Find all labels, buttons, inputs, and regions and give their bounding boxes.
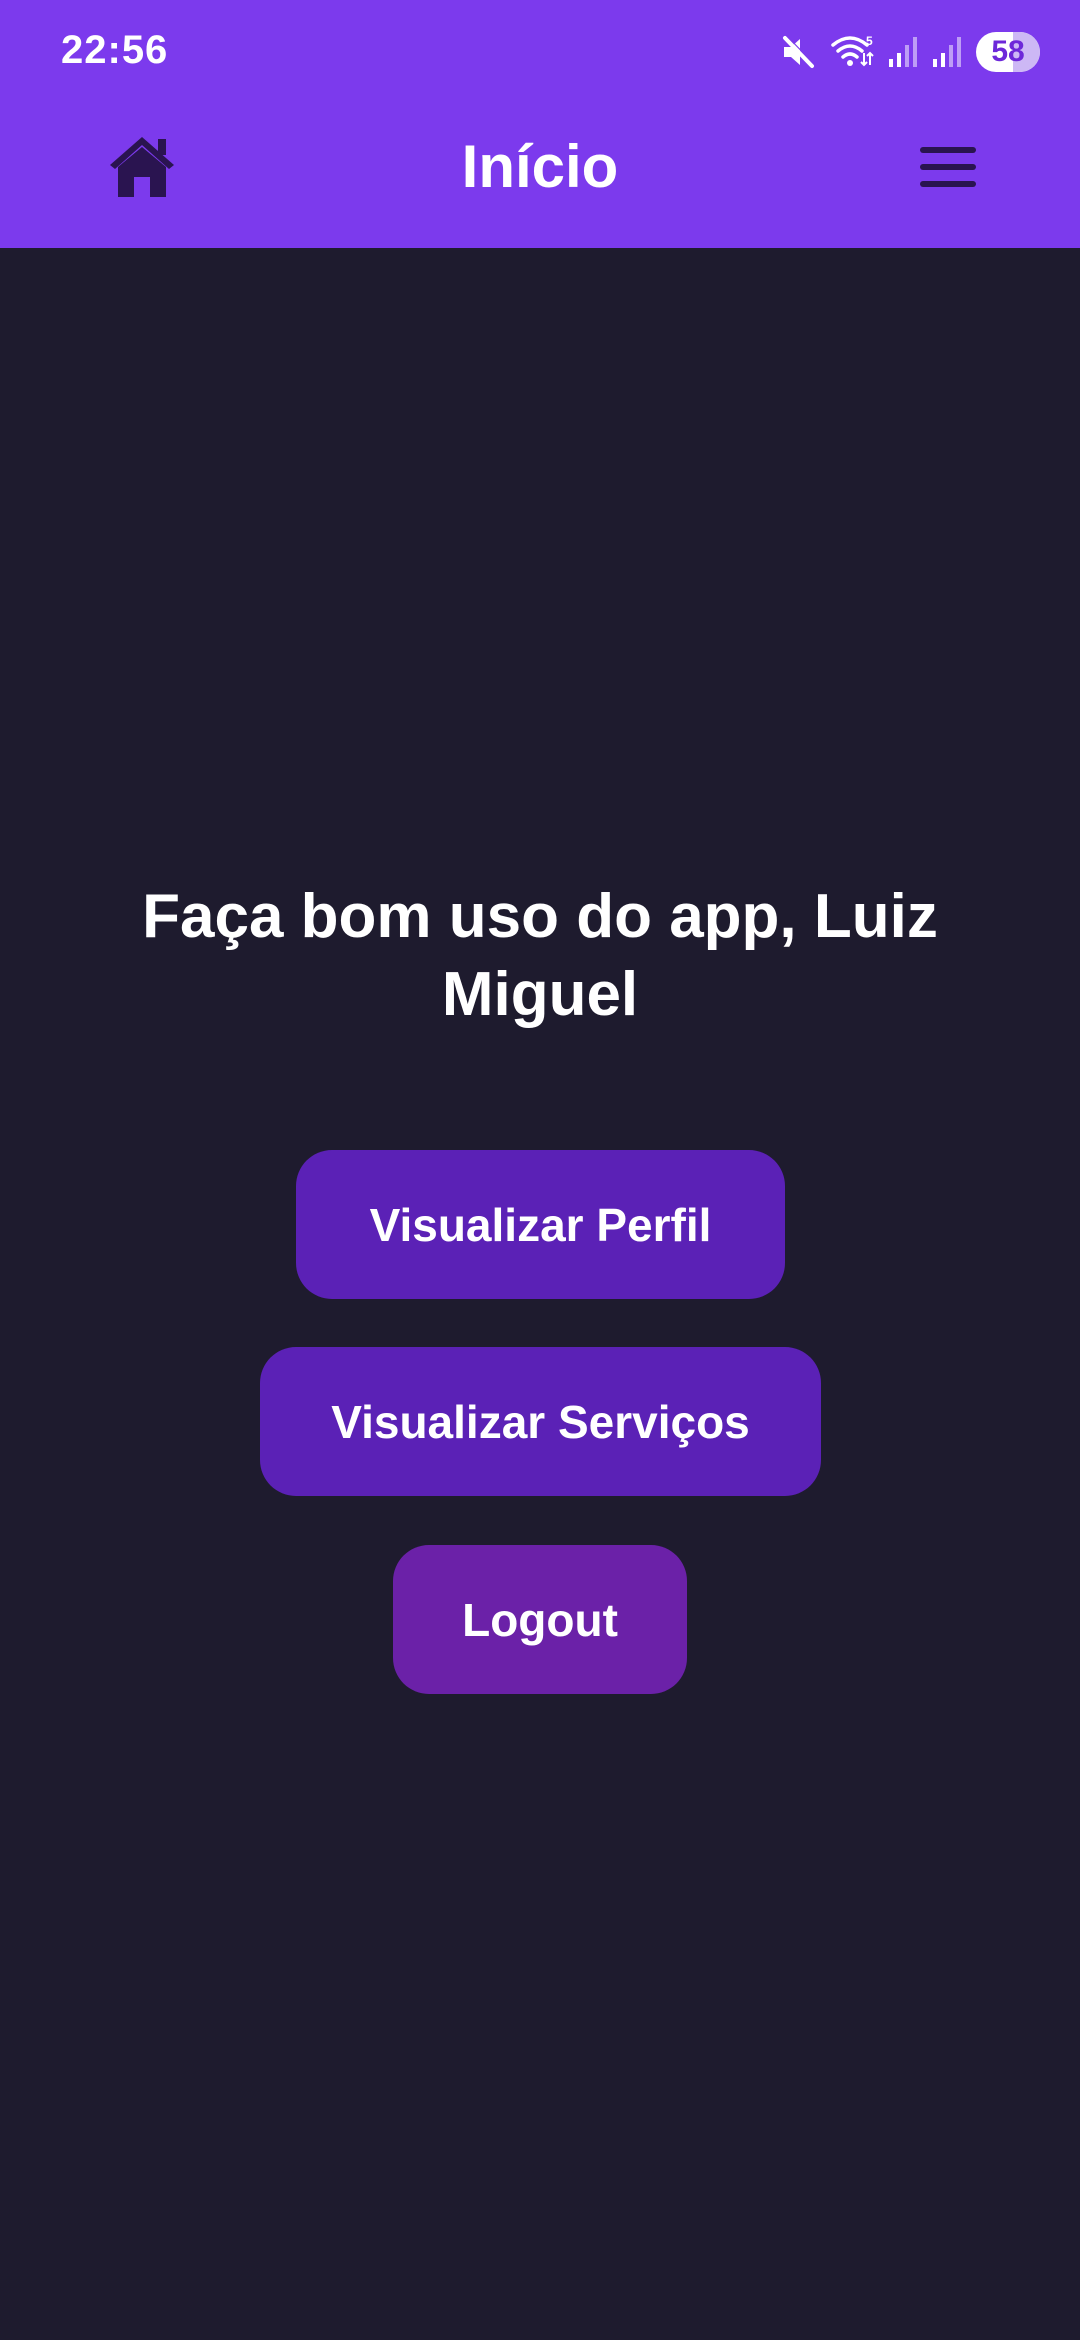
view-services-button[interactable]: Visualizar Serviços xyxy=(260,1347,821,1496)
mute-icon xyxy=(780,34,816,70)
greeting-text: Faça bom uso do app, Luiz Miguel xyxy=(142,882,938,1029)
menu-button[interactable] xyxy=(912,136,984,200)
logout-button[interactable]: Logout xyxy=(393,1545,687,1694)
view-profile-button[interactable]: Visualizar Perfil xyxy=(296,1150,785,1299)
wifi-icon: 5 xyxy=(830,33,874,71)
svg-text:5: 5 xyxy=(866,34,873,48)
battery-level: 58 xyxy=(991,35,1025,68)
app-top-bar: 22:56 5 58 Início xyxy=(0,0,1080,248)
signal-icon xyxy=(888,35,918,69)
status-time: 22:56 xyxy=(61,28,169,72)
signal-icon xyxy=(932,35,962,69)
battery-icon: 58 xyxy=(976,32,1040,72)
status-icons: 5 58 xyxy=(780,30,1040,74)
menu-icon xyxy=(918,145,978,192)
status-bar: 22:56 5 58 xyxy=(0,0,1080,110)
app-header: Início xyxy=(0,110,1080,248)
